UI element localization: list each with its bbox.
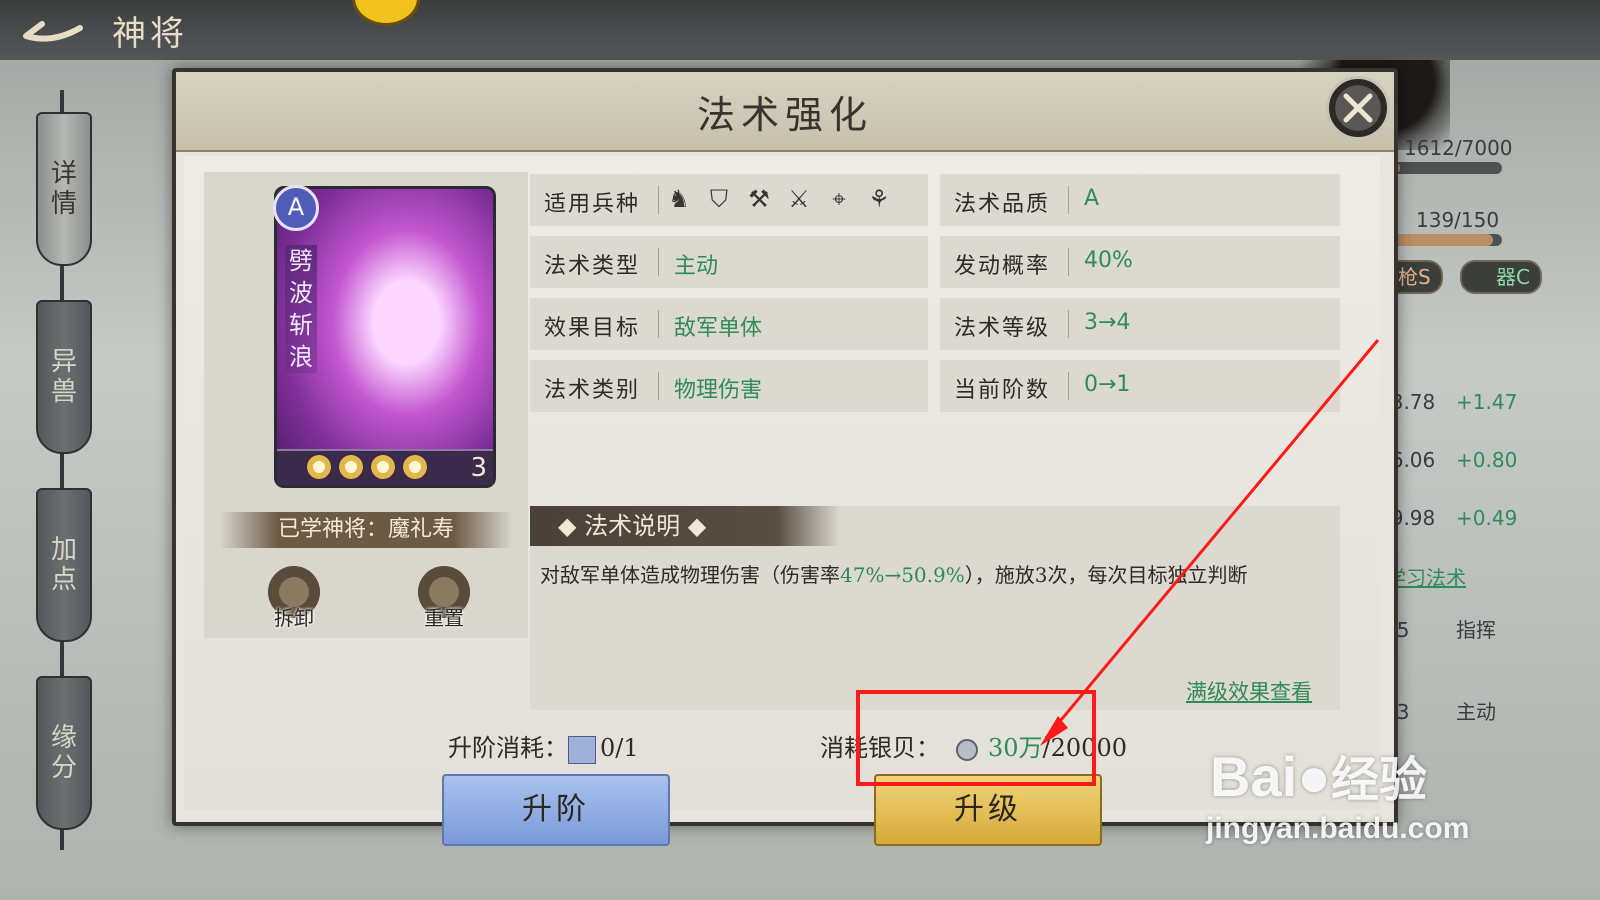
spell-card: A 劈 波 斩 浪 3: [273, 185, 496, 488]
star-icon: [307, 455, 331, 479]
prop-value: 0→1: [1084, 372, 1131, 397]
level-text: 139/150: [1416, 208, 1500, 232]
close-icon: [1343, 93, 1373, 123]
paw-icon: ●: [1297, 745, 1331, 808]
prop-label: 适用兵种: [544, 192, 641, 217]
damage-rate-change: 47%→50.9%: [840, 563, 965, 587]
dismantle-label: 拆卸: [274, 606, 314, 630]
tab-bond[interactable]: 缘分: [36, 676, 92, 830]
watermark-url: jingyan.baidu.com: [1206, 812, 1470, 845]
prop-label: 法术类型: [544, 254, 641, 279]
prop-type: 法术类型 主动: [530, 236, 928, 288]
tab-bond-label: 缘分: [50, 723, 77, 783]
card-name-char-1: 劈: [289, 247, 313, 275]
prop-label: 法术等级: [954, 316, 1051, 341]
description-title-text: 法术说明: [584, 512, 681, 540]
prop-value: A: [1084, 186, 1100, 211]
table-cell-type-2: 主动: [1456, 700, 1496, 724]
stat-delta-1: +1.47: [1456, 390, 1518, 414]
description-text-part: ），施放3次，每次目标独立判断: [964, 563, 1248, 587]
advance-cost: 升阶消耗： 0/1: [448, 728, 639, 764]
prop-value: 敌军单体: [674, 316, 763, 341]
prop-label: 法术品质: [954, 192, 1051, 217]
card-star-row: 3: [277, 449, 493, 485]
stat-delta-2: +0.80: [1456, 448, 1518, 472]
fan-icon: ⚘: [868, 185, 890, 213]
prop-unit-type: 适用兵种 ♞ ⛉ ⚒ ⚔ ⌖ ⚘: [530, 174, 928, 226]
coin-icon[interactable]: [352, 0, 420, 26]
watermark-brand-cn: 经验: [1330, 754, 1427, 807]
prop-category: 法术类别 物理伤害: [530, 360, 928, 412]
prop-stage: 当前阶数 0→1: [940, 360, 1340, 412]
card-level: 3: [470, 453, 487, 483]
advance-cost-label: 升阶消耗：: [448, 734, 568, 762]
crosshair-icon: ⌖: [832, 185, 846, 213]
close-button[interactable]: [1326, 76, 1390, 140]
prop-label: 效果目标: [544, 316, 641, 341]
unit-icons: ♞ ⛉ ⚒ ⚔ ⌖ ⚘: [664, 184, 894, 214]
learned-general-label: 已学神将：魔礼寿: [220, 512, 512, 548]
prop-level: 法术等级 3→4: [940, 298, 1340, 350]
dialog-body: A 劈 波 斩 浪 3 已学神将：魔礼寿 拆卸 重置 适用兵种 ♞ ⛉ ⚒ ⚔ …: [184, 156, 1380, 846]
description-text: 对敌军单体造成物理伤害（伤害率47%→50.9%），施放3次，每次目标独立判断: [540, 562, 1330, 588]
tab-points[interactable]: 加点: [36, 488, 92, 642]
tab-points-label: 加点: [50, 535, 77, 595]
pickaxe-icon: ⚒: [748, 185, 770, 213]
card-grade-badge: A: [273, 185, 319, 231]
tab-details[interactable]: 详情: [36, 112, 92, 266]
card-name-char-2: 波: [289, 279, 313, 307]
advance-button[interactable]: 升阶: [442, 774, 670, 846]
cavalry-icon: ♞: [668, 185, 690, 213]
dialog-header: 法术强化: [176, 72, 1394, 152]
upgrade-highlight-box: [856, 690, 1096, 786]
back-arrow-icon[interactable]: [22, 14, 86, 44]
card-name-char-3: 斩: [289, 311, 313, 339]
prop-value: 40%: [1084, 248, 1133, 273]
star-icon: [339, 455, 363, 479]
prop-value: 主动: [674, 254, 719, 279]
crossed-swords-icon: ⚔: [788, 185, 810, 213]
watermark-brand: Bai: [1210, 745, 1298, 808]
top-bar: 神将: [0, 0, 1600, 60]
prop-value: 物理伤害: [674, 378, 763, 403]
prop-probability: 发动概率 40%: [940, 236, 1340, 288]
prop-label: 当前阶数: [954, 378, 1051, 403]
stat-delta-3: +0.49: [1456, 506, 1518, 530]
star-icon: [371, 455, 395, 479]
page-title: 神将: [112, 14, 188, 54]
prop-label: 发动概率: [954, 254, 1051, 279]
max-effect-link[interactable]: 满级效果查看: [1186, 676, 1312, 706]
baidu-watermark: Bai●经验: [1210, 740, 1427, 810]
spell-enhance-dialog: 法术强化 A 劈 波 斩 浪 3 已学神将：魔礼寿 拆卸 重置 适用兵种 ♞ ⛉…: [172, 68, 1398, 846]
scroll-item-icon: [568, 735, 596, 764]
card-name: 劈 波 斩 浪: [285, 245, 317, 373]
exp-text: 1612/7000: [1404, 136, 1513, 160]
star-icon: [403, 455, 427, 479]
description-title: ◆ 法术说明 ◆: [530, 506, 840, 546]
card-name-char-4: 浪: [289, 343, 313, 371]
tab-details-label: 详情: [50, 159, 77, 219]
prop-target: 效果目标 敌军单体: [530, 298, 928, 350]
shield-icon: ⛉: [710, 185, 728, 213]
description-text-part: 对敌军单体造成物理伤害（伤害率: [540, 563, 840, 587]
weapon-rank-badge: 器C: [1460, 260, 1542, 294]
tab-beast[interactable]: 异兽: [36, 300, 92, 454]
advance-cost-value: 0/1: [600, 734, 639, 762]
reset-label: 重置: [424, 606, 464, 630]
prop-quality: 法术品质 A: [940, 174, 1340, 226]
spell-card-panel: A 劈 波 斩 浪 3 已学神将：魔礼寿 拆卸 重置: [204, 172, 528, 638]
table-cell-type-1: 指挥: [1456, 618, 1496, 642]
prop-label: 法术类别: [544, 378, 641, 403]
dialog-title: 法术强化: [696, 93, 873, 137]
tab-beast-label: 异兽: [50, 347, 77, 407]
prop-value: 3→4: [1084, 310, 1131, 335]
